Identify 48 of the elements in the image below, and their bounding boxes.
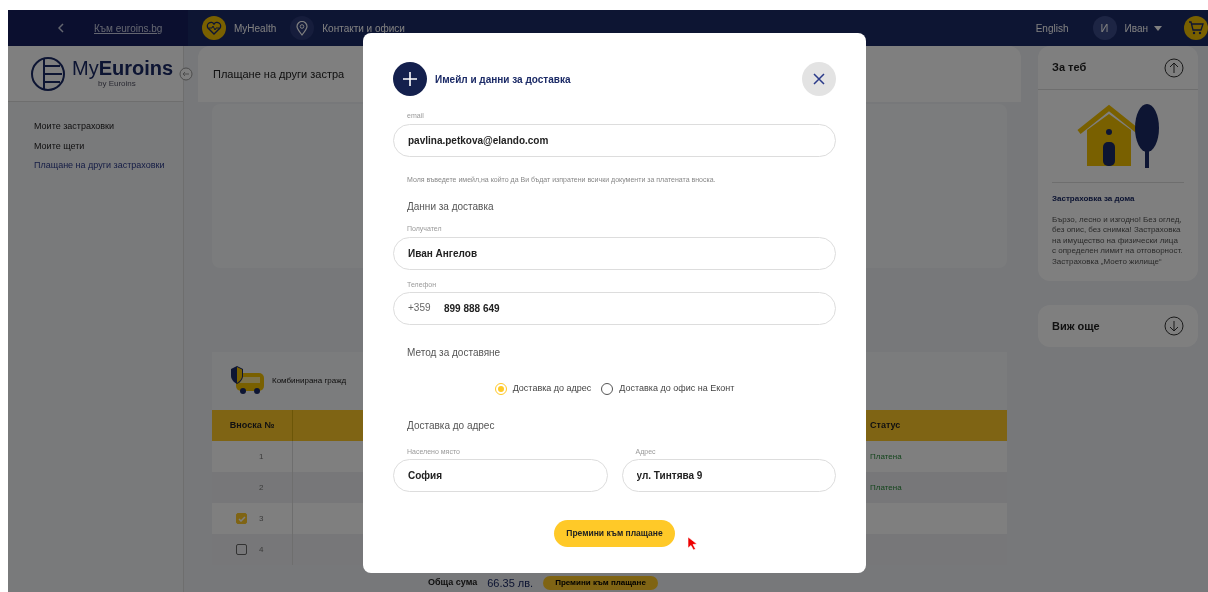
row-checkbox[interactable] xyxy=(236,544,247,555)
city-field[interactable]: София xyxy=(393,459,608,492)
delivery-option[interactable]: Доставка до офис на Еконт xyxy=(601,382,735,396)
close-icon[interactable] xyxy=(813,73,825,85)
status-text: Платена xyxy=(870,450,902,463)
page-title: Плащане на други застра xyxy=(213,66,345,82)
cursor-icon xyxy=(687,536,699,550)
email-field[interactable]: pavlina.petkova@elando.com xyxy=(393,123,836,157)
promo-card-title: Застраховка за дома xyxy=(1052,182,1184,205)
user-avatar[interactable]: И xyxy=(1092,16,1117,40)
modal-title: Имейл и данни за доставка xyxy=(435,72,572,87)
promo-title: За теб xyxy=(1052,60,1087,76)
section-heading: Доставка до адрес xyxy=(407,418,496,433)
contacts-link[interactable]: Контакти и офиси xyxy=(322,20,405,36)
car-shield-icon xyxy=(230,365,266,397)
language-link[interactable]: English xyxy=(1035,20,1069,36)
cart-icon[interactable] xyxy=(1184,16,1208,40)
sidebar-item[interactable]: Моите застраховки xyxy=(34,120,183,134)
back-link[interactable]: Към euroins.bg xyxy=(94,20,163,36)
section-heading: Данни за доставка xyxy=(407,200,495,214)
delivery-option[interactable]: Доставка до адрес xyxy=(494,382,592,396)
sidebar-item[interactable]: Плащане на други застраховки xyxy=(34,159,183,173)
user-name[interactable]: Иван xyxy=(1124,20,1148,36)
address-field[interactable]: ул. Тинтява 9 xyxy=(621,459,836,492)
pay-button[interactable]: Премини към плащане xyxy=(543,576,658,590)
status-text: Платена xyxy=(870,481,902,494)
close-button[interactable] xyxy=(802,62,836,96)
myhealth-link[interactable]: MyHealth xyxy=(234,20,277,36)
installment-number: 1 xyxy=(259,450,264,463)
plus-icon xyxy=(393,62,427,96)
logo-subtitle: by Euroins xyxy=(98,78,137,90)
promo-text: Бързо, лесно и изгодно! Без оглед, без опис, без снимка! Застраховка на имущество на физически лица с определен лимит на отговорност. Застраховка „Моето жилище“ xyxy=(1052,215,1184,267)
total-label: Обща сума xyxy=(428,576,478,590)
caret-icon[interactable] xyxy=(1154,25,1162,31)
table-header: Вноска № xyxy=(212,410,292,441)
back-chevron-icon[interactable] xyxy=(58,23,64,33)
table-header: Статус xyxy=(870,410,1007,441)
logo-text: MyEuroins xyxy=(72,57,174,78)
submit-button[interactable]: Премини към плащане xyxy=(554,520,675,547)
see-more-label: Виж още xyxy=(1052,318,1100,334)
location-pin-icon[interactable] xyxy=(290,16,315,40)
phone-prefix: +359 xyxy=(408,302,431,314)
sidebar-item[interactable]: Моите щети xyxy=(34,139,183,153)
logo-icon xyxy=(30,55,66,92)
total-amount: 66.35 лв. xyxy=(487,577,534,589)
section-heading: Метод за доставяне xyxy=(407,346,502,360)
policy-name: Комбинирана гражд xyxy=(272,375,347,387)
recipient-field[interactable]: Иван Ангелов xyxy=(393,236,836,270)
